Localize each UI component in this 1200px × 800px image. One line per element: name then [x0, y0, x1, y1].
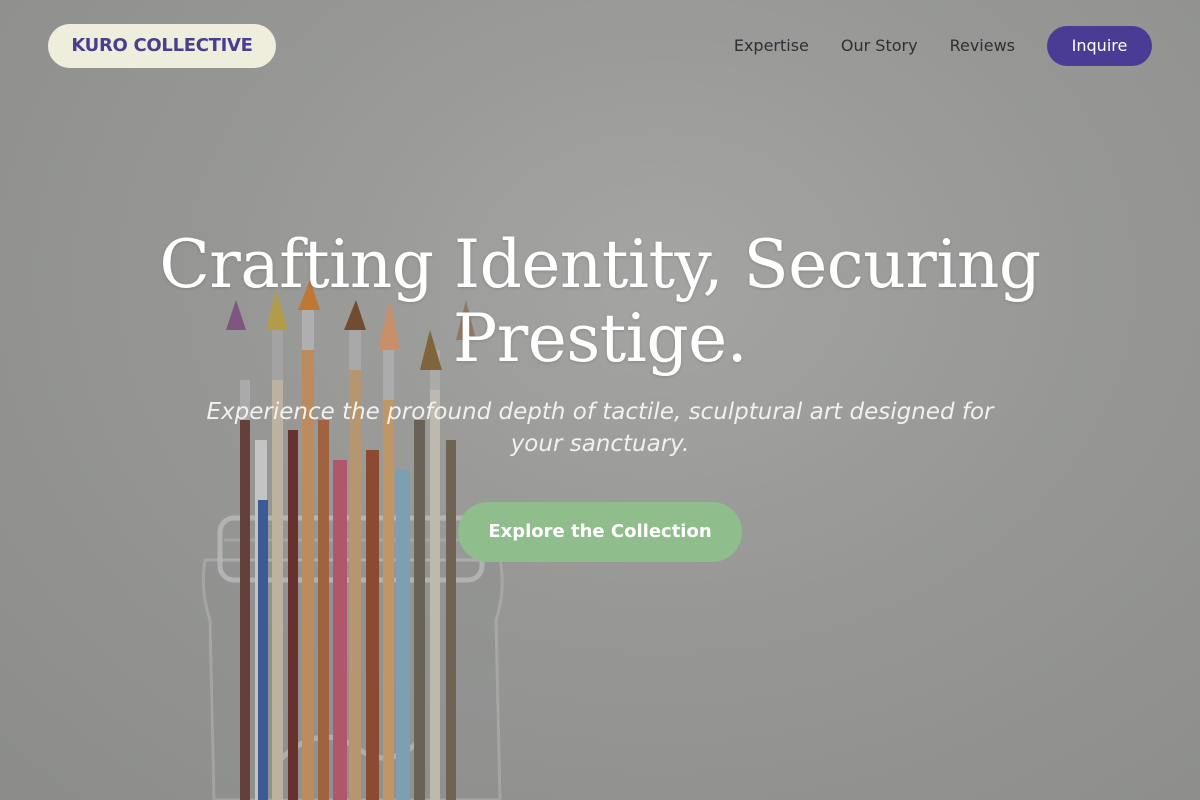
- nav-link-our-story[interactable]: Our Story: [841, 24, 918, 68]
- brand-logo[interactable]: KURO COLLECTIVE: [48, 24, 276, 68]
- hero-title: Crafting Identity, Securing Prestige.: [159, 226, 1041, 377]
- top-navigation: KURO COLLECTIVE Expertise Our Story Revi…: [48, 24, 1152, 68]
- inquire-button[interactable]: Inquire: [1047, 26, 1152, 66]
- explore-collection-button[interactable]: Explore the Collection: [458, 502, 742, 562]
- hero-section: KURO COLLECTIVE Expertise Our Story Revi…: [0, 0, 1200, 800]
- nav-link-expertise[interactable]: Expertise: [734, 24, 809, 68]
- nav-link-reviews[interactable]: Reviews: [950, 24, 1015, 68]
- hero-content: Crafting Identity, Securing Prestige. Ex…: [0, 228, 1200, 562]
- nav-links: Expertise Our Story Reviews Inquire: [734, 24, 1152, 68]
- hero-subtitle: Experience the profound depth of tactile…: [206, 399, 994, 457]
